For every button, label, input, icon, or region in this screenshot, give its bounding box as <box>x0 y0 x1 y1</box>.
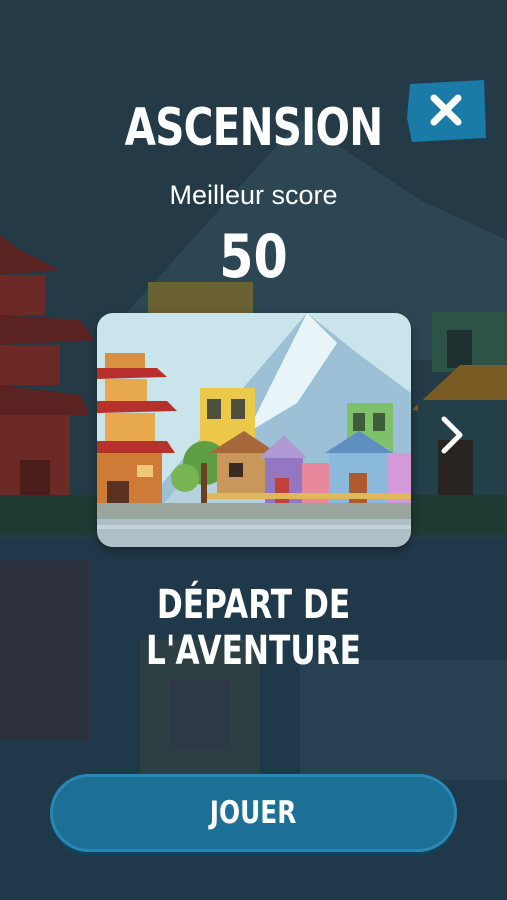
play-button-label: JOUER <box>210 795 297 831</box>
level-name: DÉPART DE L'AVENTURE <box>146 582 361 674</box>
play-button[interactable]: JOUER <box>50 774 457 852</box>
best-score-value: 50 <box>219 222 288 292</box>
chevron-right-icon <box>441 416 463 454</box>
level-preview-card[interactable] <box>97 313 411 547</box>
game-title: ASCENSION <box>124 98 384 158</box>
level-preview-image <box>97 313 411 547</box>
next-level-button[interactable] <box>430 405 476 465</box>
best-score-label: Meilleur score <box>169 180 338 210</box>
